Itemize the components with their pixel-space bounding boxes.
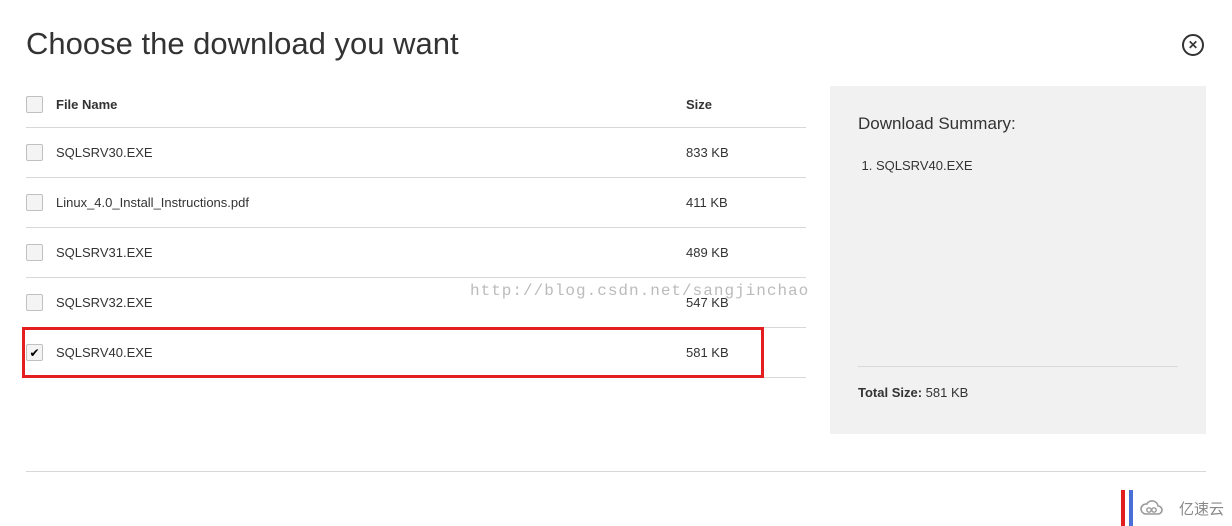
file-name: Linux_4.0_Install_Instructions.pdf (54, 195, 686, 210)
file-checkbox[interactable] (26, 344, 43, 361)
column-header-name: File Name (54, 97, 686, 112)
file-name: SQLSRV32.EXE (54, 295, 686, 310)
table-row: SQLSRV40.EXE581 KB (26, 328, 806, 378)
summary-item: SQLSRV40.EXE (876, 158, 1178, 173)
file-name: SQLSRV30.EXE (54, 145, 686, 160)
file-name: SQLSRV40.EXE (54, 345, 686, 360)
page-title: Choose the download you want (26, 26, 1232, 62)
file-size: 833 KB (686, 145, 806, 160)
summary-list: SQLSRV40.EXE (858, 158, 1178, 173)
table-row: SQLSRV31.EXE489 KB (26, 228, 806, 278)
summary-total-label: Total Size: (858, 385, 922, 400)
table-row: SQLSRV32.EXE547 KB (26, 278, 806, 328)
column-header-size: Size (686, 97, 806, 112)
file-checkbox[interactable] (26, 294, 43, 311)
file-checkbox[interactable] (26, 144, 43, 161)
table-row: Linux_4.0_Install_Instructions.pdf411 KB (26, 178, 806, 228)
summary-title: Download Summary: (858, 114, 1178, 134)
table-row: SQLSRV30.EXE833 KB (26, 128, 806, 178)
file-size: 547 KB (686, 295, 806, 310)
summary-total: Total Size: 581 KB (858, 366, 1178, 400)
file-size: 581 KB (686, 345, 806, 360)
brand-corner: 亿速云 (1121, 490, 1232, 526)
select-all-checkbox[interactable] (26, 96, 43, 113)
divider (26, 471, 1206, 472)
brand-text: 亿速云 (1179, 498, 1224, 519)
table-header: File Name Size (26, 86, 806, 128)
close-button[interactable]: ✕ (1182, 34, 1204, 56)
file-checkbox[interactable] (26, 194, 43, 211)
file-size: 411 KB (686, 195, 806, 210)
file-name: SQLSRV31.EXE (54, 245, 686, 260)
file-checkbox[interactable] (26, 244, 43, 261)
file-size: 489 KB (686, 245, 806, 260)
file-list: File Name Size SQLSRV30.EXE833 KBLinux_4… (26, 86, 806, 434)
summary-total-value: 581 KB (926, 385, 969, 400)
download-summary-panel: Download Summary: SQLSRV40.EXE Total Siz… (830, 86, 1206, 434)
